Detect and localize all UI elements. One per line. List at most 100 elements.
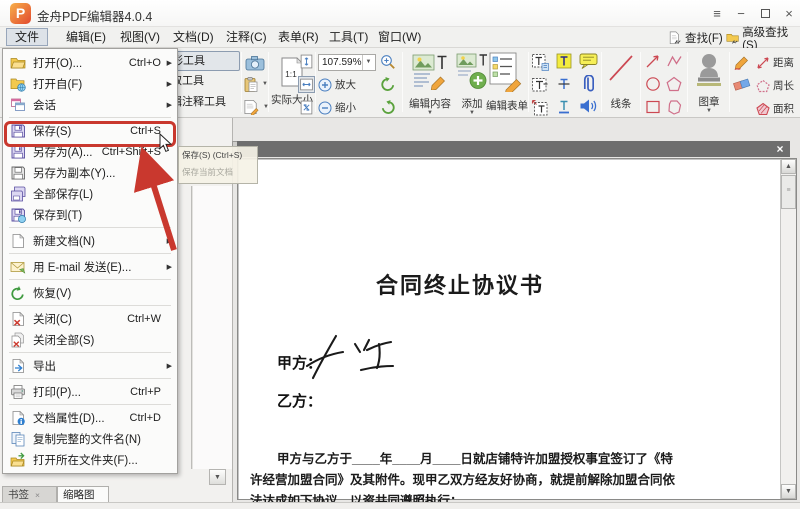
pentagon-shape-icon[interactable] xyxy=(666,76,682,92)
menu-item-open-from[interactable]: 打开自(F)▶ xyxy=(3,73,177,94)
menu-tools[interactable]: 工具(T) xyxy=(321,28,376,46)
menu-item-revert[interactable]: 恢复(V) xyxy=(3,282,177,303)
menu-item-session[interactable]: 会话 ▶ xyxy=(3,94,177,115)
advanced-find-icon xyxy=(726,31,739,45)
menu-view[interactable]: 视图(V) xyxy=(112,28,168,46)
scroll-up-button[interactable]: ▲ xyxy=(781,159,796,174)
edit-content-button[interactable]: 编辑内容 ▼ xyxy=(408,52,452,116)
window-menu-button[interactable]: ≡ xyxy=(707,5,727,23)
menu-item-print[interactable]: 打印(P)...Ctrl+P xyxy=(3,381,177,402)
contract-title: 合同终止协议书 xyxy=(260,268,660,300)
line-tool-button[interactable]: 线条 xyxy=(605,53,637,111)
speaker-icon[interactable] xyxy=(579,98,598,114)
textbox-remove-icon[interactable] xyxy=(531,76,549,94)
highlight-text-icon[interactable] xyxy=(556,53,572,69)
edit-form-label: 编辑表单 xyxy=(486,98,528,113)
circle-shape-icon[interactable] xyxy=(645,76,661,92)
fit-page-icon[interactable] xyxy=(299,54,314,69)
document-tab-bar[interactable]: × xyxy=(237,141,790,157)
strikethrough-text-icon[interactable] xyxy=(556,76,572,92)
textbox-move-icon[interactable] xyxy=(531,99,549,117)
redo-icon[interactable] xyxy=(380,99,396,115)
menu-comment[interactable]: 注释(C) xyxy=(218,28,275,46)
distance-label: 距离 xyxy=(773,55,794,70)
pencil-draw-icon[interactable] xyxy=(733,53,751,71)
export-icon xyxy=(10,358,26,374)
tab-thumbnails[interactable]: 缩略图× xyxy=(57,486,109,503)
eraser-icon[interactable] xyxy=(733,77,751,91)
annotation-highlight-box xyxy=(4,121,176,147)
snapshot-camera-icon[interactable] xyxy=(245,55,265,71)
distance-icon xyxy=(756,56,770,70)
tab-close-icon[interactable]: × xyxy=(35,490,40,500)
undo-icon[interactable] xyxy=(380,76,396,92)
plus-circle-icon xyxy=(318,78,332,92)
menu-window[interactable]: 窗口(W) xyxy=(370,28,429,46)
menu-item-label: 全部保存(L) xyxy=(33,186,93,202)
close-document-icon xyxy=(10,311,26,327)
tab-bookmarks[interactable]: 书签× xyxy=(2,486,57,503)
measure-distance-button[interactable]: 距离 xyxy=(756,55,794,70)
comment-bubble-icon[interactable] xyxy=(579,53,598,69)
menu-item-shortcut: Ctrl+D xyxy=(130,412,161,424)
advanced-find-button[interactable]: 高级查找(S) xyxy=(726,29,800,46)
menu-item-label: 打开(O)... xyxy=(33,55,82,71)
textbox-search-icon[interactable] xyxy=(531,53,549,71)
new-document-icon xyxy=(10,233,26,249)
menu-item-close[interactable]: 关闭(C)Ctrl+W xyxy=(3,308,177,329)
fit-visible-icon[interactable] xyxy=(299,100,314,115)
measure-perimeter-button[interactable]: 周长 xyxy=(756,78,794,93)
paperclip-icon[interactable] xyxy=(582,75,594,94)
menu-item-label: 导出 xyxy=(33,358,56,374)
menu-bar: 文件 编辑(E) 视图(V) 文档(D) 注释(C) 表单(R) 工具(T) 窗… xyxy=(0,27,800,48)
panel-scroll-down-button[interactable]: ▼ xyxy=(209,469,226,485)
underline-text-icon[interactable] xyxy=(556,99,572,115)
menu-file[interactable]: 文件 xyxy=(6,28,48,46)
line-label: 线条 xyxy=(605,96,637,111)
find-icon xyxy=(668,31,682,45)
triangle-up-icon: ▲ xyxy=(785,163,792,170)
paste-button[interactable]: ▼ xyxy=(243,76,268,93)
marquee-zoom-icon[interactable] xyxy=(380,54,396,70)
fit-width-icon[interactable] xyxy=(298,76,315,93)
copy-filename-icon xyxy=(10,431,26,447)
menu-item-copy-filename[interactable]: 复制完整的文件名(N) xyxy=(3,428,177,449)
stamp-button[interactable]: 图章 ▼ xyxy=(691,52,727,114)
scroll-down-button[interactable]: ▼ xyxy=(781,484,796,499)
polygon-shape-icon[interactable] xyxy=(666,99,682,115)
open-file-location-icon xyxy=(10,452,26,468)
find-button[interactable]: 查找(F) xyxy=(668,29,723,46)
menu-item-label: 文档属性(D)... xyxy=(33,410,105,426)
close-all-icon xyxy=(10,332,26,348)
tab-thumbnails-label: 缩略图 xyxy=(63,489,95,501)
status-strip xyxy=(0,502,800,509)
menu-separator xyxy=(9,117,171,118)
menu-form[interactable]: 表单(R) xyxy=(270,28,327,46)
menu-item-close-all[interactable]: 关闭全部(S) xyxy=(3,329,177,350)
menu-document[interactable]: 文档(D) xyxy=(165,28,222,46)
vertical-scrollbar[interactable]: ▲ ≡ ▼ xyxy=(780,159,796,499)
arrow-shape-icon[interactable] xyxy=(645,53,661,69)
measure-area-button[interactable]: 面积 xyxy=(756,101,794,116)
note-tool-button[interactable]: ▼ xyxy=(243,99,269,115)
add-button[interactable]: 添加 ▼ xyxy=(454,52,490,116)
menu-item-export[interactable]: 导出▶ xyxy=(3,355,177,376)
menu-item-label: 会话 xyxy=(33,97,56,113)
rectangle-shape-icon[interactable] xyxy=(645,99,661,115)
polyline-shape-icon[interactable] xyxy=(666,53,682,69)
menu-item-open-folder[interactable]: 打开所在文件夹(F)... xyxy=(3,449,177,470)
submenu-arrow-icon: ▶ xyxy=(167,101,172,109)
menu-item-document-properties[interactable]: 文档属性(D)... Ctrl+D xyxy=(3,407,177,428)
close-button[interactable]: × xyxy=(779,5,799,23)
zoom-level-combobox[interactable]: 107.59% ▼ xyxy=(318,54,376,71)
zoom-in-button[interactable]: 放大 xyxy=(318,77,356,92)
scrollbar-thumb[interactable]: ≡ xyxy=(781,175,796,209)
minimize-button[interactable]: − xyxy=(731,5,751,23)
document-close-button[interactable]: × xyxy=(773,142,787,156)
maximize-button[interactable] xyxy=(755,5,775,23)
area-label: 面积 xyxy=(773,101,794,116)
menu-edit[interactable]: 编辑(E) xyxy=(58,28,114,46)
menu-item-open[interactable]: 打开(O)...Ctrl+O▶ xyxy=(3,52,177,73)
edit-form-button[interactable]: 编辑表单 xyxy=(486,52,528,113)
zoom-out-button[interactable]: 缩小 xyxy=(318,100,356,115)
